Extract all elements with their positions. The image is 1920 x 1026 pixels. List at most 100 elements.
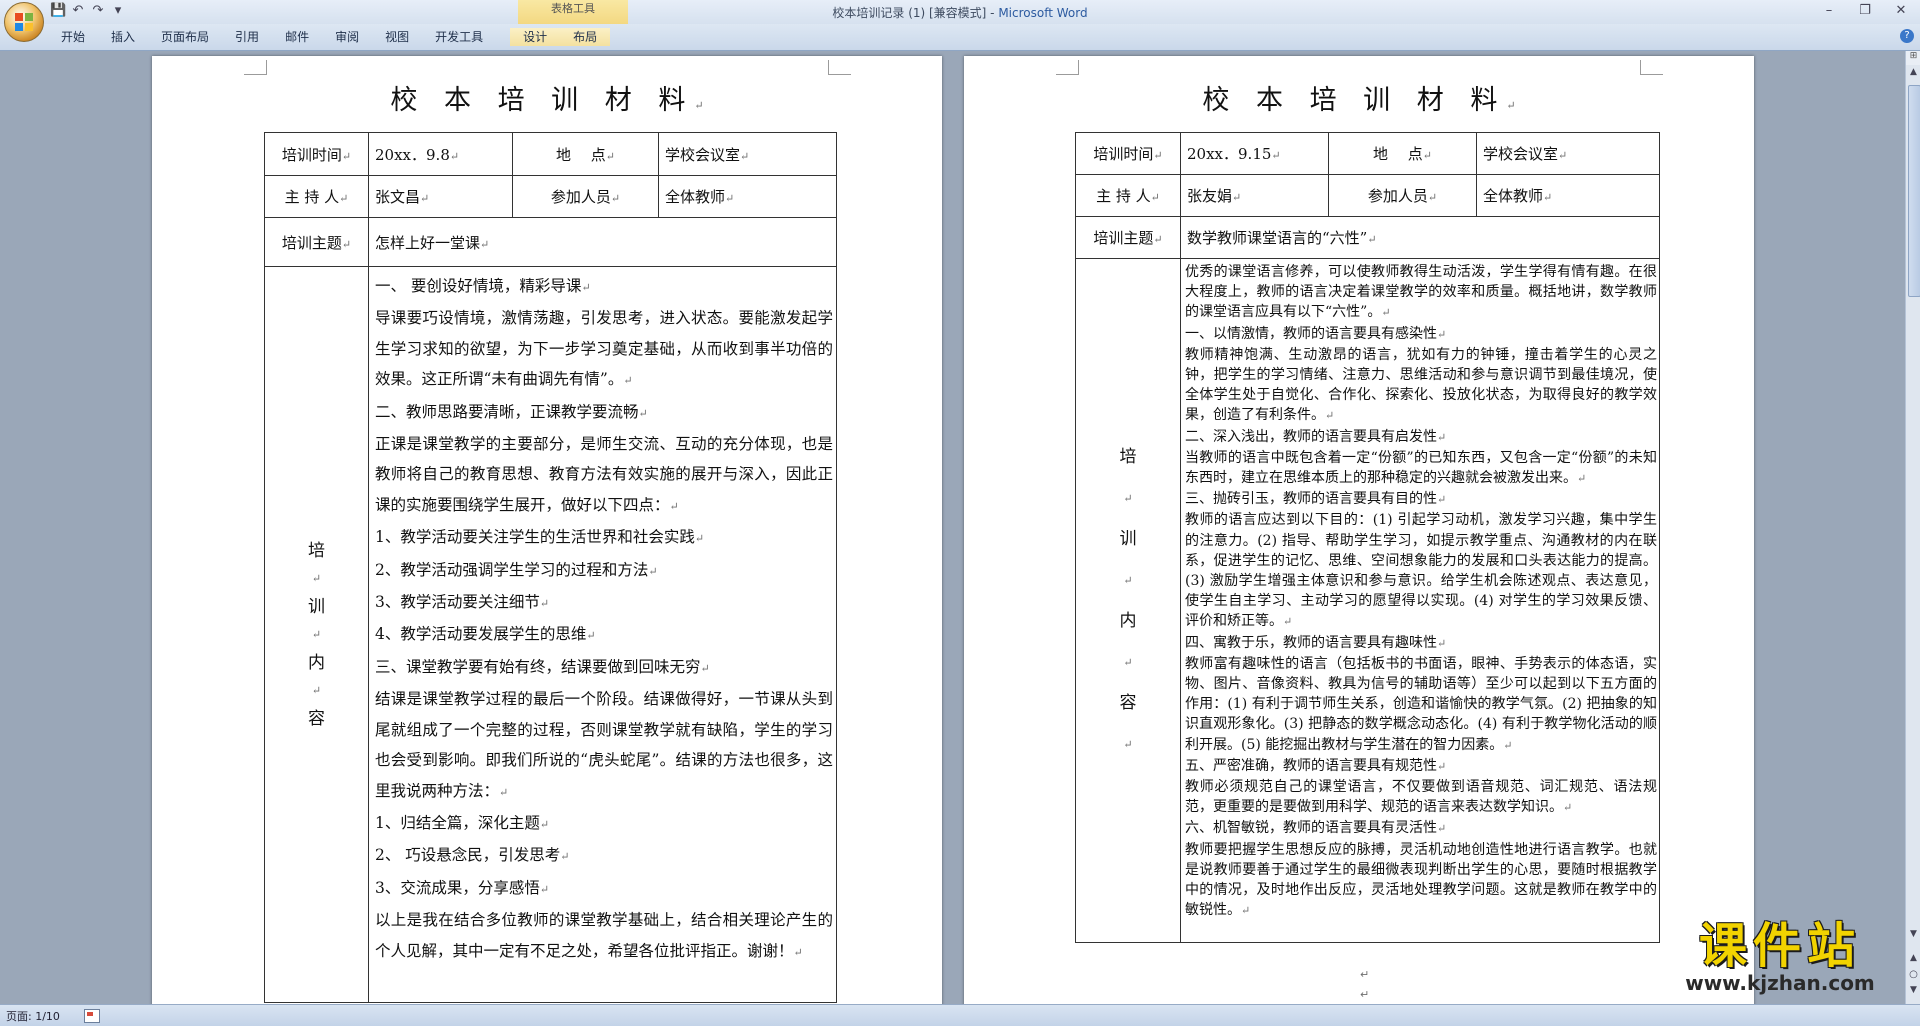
label-participants: 参加人员↵ [512,175,659,218]
content-paragraph: 2、教学活动强调学生学习的过程和方法↵ [375,560,658,579]
proofing-status-icon[interactable] [84,1009,100,1023]
label-host: 主 持 人↵ [264,175,369,218]
restore-button[interactable]: ❐ [1852,2,1878,20]
content-paragraph: 一、以情激情，教师的语言要具有感染性↵ [1185,325,1447,342]
status-bar: 页面: 1/10 [0,1004,1920,1026]
tab-page-layout[interactable]: 页面布局 [148,28,222,46]
content-paragraph: 教师富有趣味性的语言（包括板书的书面语，眼神、手势表示的体态语，实物、图片、音像… [1185,655,1657,753]
tab-home[interactable]: 开始 [48,28,98,46]
quick-access-toolbar: 💾 ↶ ↷ ▾ [50,3,126,21]
content-paragraph: 五、严密准确，教师的语言要具有规范性↵ [1185,757,1447,774]
crop-mark [1056,60,1079,75]
value-host[interactable]: 张文昌↵ [368,175,513,218]
value-training-time[interactable]: 20xx．9.8↵ [368,132,513,176]
training-record-table: 培训时间↵ 20xx．9.15↵ 地 点↵ 学校会议室↵ 主 持 人↵ 张友娟↵… [1075,132,1660,943]
minimize-button[interactable]: – [1816,2,1842,20]
undo-icon[interactable]: ↶ [70,3,86,19]
watermark-logo-text: 课件站 [1698,918,1861,974]
ribbon-tabs: 开始 插入 页面布局 引用 邮件 审阅 视图 开发工具 设计 布局 [48,28,611,46]
content-paragraph: 一、 要创设好情境，精彩导课↵ [375,277,591,295]
content-paragraph: 结课是课堂教学过程的最后一个阶段。结课做得好，一节课从头到尾就组成了一个完整的过… [375,690,833,800]
crop-mark [1640,60,1663,75]
window-title: 校本培训记录 (1) [兼容模式] - Microsoft Word [832,6,1088,20]
document-workspace[interactable]: 校 本 培 训 材 料↵ 培训时间↵ 20xx．9.8↵ 地 点↵ 学校会议室↵… [0,51,1905,1004]
value-topic[interactable]: 怎样上好一堂课↵ [368,217,837,267]
label-participants: 参加人员↵ [1328,174,1477,217]
tab-developer[interactable]: 开发工具 [422,28,496,46]
tab-layout[interactable]: 布局 [560,28,611,46]
label-location: 地 点↵ [512,132,659,176]
content-paragraph: 二、教师思路要清晰，正课教学要流畅↵ [375,402,648,421]
crop-mark [244,60,267,75]
site-watermark: 课件站 www.kjzhan.com [1660,920,1900,1000]
value-location[interactable]: 学校会议室↵ [658,132,837,176]
document-page-1[interactable]: 校 本 培 训 材 料↵ 培训时间↵ 20xx．9.8↵ 地 点↵ 学校会议室↵… [152,56,942,1004]
label-training-time: 培训时间↵ [264,132,369,176]
table-tools-context-label: 表格工具 [518,0,628,24]
content-paragraph: 六、机智敏锐，教师的语言要具有灵活性↵ [1185,820,1447,837]
customize-icon[interactable]: ▾ [110,3,126,19]
label-location: 地 点↵ [1328,132,1477,175]
training-record-table: 培训时间↵ 20xx．9.8↵ 地 点↵ 学校会议室↵ 主 持 人↵ 张文昌↵ … [264,132,837,1003]
tab-mailings[interactable]: 邮件 [272,28,322,46]
content-paragraph: 教师精神饱满、生动激昂的语言，犹如有力的钟锤，撞击着学生的心灵之钟，把学生的学习… [1185,346,1657,424]
ruler-toggle-icon[interactable]: ⊞ [1906,51,1920,65]
content-paragraph: 四、寓教于乐，教师的语言要具有趣味性↵ [1185,634,1447,651]
window-controls: – ❐ ✕ [1816,2,1914,20]
content-body[interactable]: 一、 要创设好情境，精彩导课↵ 导课要巧设情境，激情荡趣，引发思考，进入状态。要… [368,266,837,1003]
redo-icon[interactable]: ↷ [90,3,106,19]
content-paragraph: 优秀的课堂语言修养，可以使教师教得生动活泼，学生学得有情有趣。在很大程度上，教师… [1185,264,1657,321]
label-training-time: 培训时间↵ [1075,132,1181,175]
content-paragraph: 二、深入浅出，教师的语言要具有启发性↵ [1185,428,1447,445]
value-participants[interactable]: 全体教师↵ [1476,174,1660,217]
page-title: 校 本 培 训 材 料↵ [390,85,704,116]
content-paragraph: 4、教学活动要发展学生的思维↵ [375,625,596,644]
page-count-status[interactable]: 页面: 1/10 [6,1008,60,1024]
office-button[interactable] [4,2,44,42]
ribbon: 开始 插入 页面布局 引用 邮件 审阅 视图 开发工具 设计 布局 ? [0,24,1920,51]
label-content: 培 ↵ 训 ↵ 内 ↵ 容 ↵ [1075,258,1181,943]
content-paragraph: 三、课堂教学要有始有终，结课要做到回味无穷↵ [375,657,710,676]
select-browse-object-icon[interactable]: ○ [1906,969,1920,983]
paragraph-mark: ↵ [1360,968,1370,981]
value-host[interactable]: 张友娟↵ [1180,174,1329,217]
tab-design[interactable]: 设计 [510,28,561,46]
previous-page-icon[interactable]: ▲ [1906,953,1920,967]
title-bar: 校本培训记录 (1) [兼容模式] - Microsoft Word 表格工具 … [0,0,1920,24]
document-page-2[interactable]: 校 本 培 训 材 料↵ 培训时间↵ 20xx．9.15↵ 地 点↵ 学校会议室… [964,56,1754,1004]
value-training-time[interactable]: 20xx．9.15↵ [1180,132,1329,175]
content-paragraph: 3、教学活动要关注细节↵ [375,593,550,612]
label-host: 主 持 人↵ [1075,174,1181,217]
content-paragraph: 1、教学活动要关注学生的生活世界和社会实践↵ [375,528,705,547]
content-paragraph: 1、归结全篇，深化主题↵ [375,813,550,832]
content-paragraph: 正课是课堂教学的主要部分，是师生交流、互动的充分体现，也是教师将自己的教育思想、… [375,435,833,514]
value-topic[interactable]: 数学教师课堂语言的“六性”↵ [1180,216,1660,259]
page-title: 校 本 培 训 材 料↵ [1202,85,1516,116]
tab-review[interactable]: 审阅 [322,28,372,46]
content-paragraph: 当教师的语言中既包含着一定“份额”的已知东西，又包含一定“份额”的未知东西时，建… [1185,449,1657,487]
close-button[interactable]: ✕ [1888,2,1914,20]
label-topic: 培训主题↵ [1075,216,1181,259]
scroll-up-icon[interactable]: ▲ [1906,67,1920,81]
save-icon[interactable]: 💾 [50,3,66,19]
content-paragraph: 以上是我在结合多位教师的课堂教学基础上，结合相关理论产生的个人见解，其中一定有不… [375,911,833,960]
scroll-down-icon[interactable]: ▼ [1906,929,1920,943]
content-paragraph: 教师的语言应达到以下目的：(1) 引起学习动机，激发学习兴趣，集中学生的注意力。… [1185,512,1657,630]
label-topic: 培训主题↵ [264,217,369,267]
tab-references[interactable]: 引用 [222,28,272,46]
tab-view[interactable]: 视图 [372,28,422,46]
vertical-scrollbar[interactable]: ⊞ ▲ ▼ ▲ ○ ▼ [1905,51,1920,1004]
value-location[interactable]: 学校会议室↵ [1476,132,1660,175]
tab-insert[interactable]: 插入 [98,28,148,46]
content-paragraph: 三、抛砖引玉，教师的语言要具有目的性↵ [1185,491,1447,508]
content-paragraph: 导课要巧设情境，激情荡趣，引发思考，进入状态。要能激发起学生学习求知的欲望，为下… [375,309,833,389]
office-logo-icon [15,13,33,31]
content-paragraph: 2、 巧设悬念民，引发思考↵ [375,846,570,865]
content-body[interactable]: 优秀的课堂语言修养，可以使教师教得生动活泼，学生学得有情有趣。在很大程度上，教师… [1180,258,1660,943]
scroll-thumb[interactable] [1908,85,1920,297]
label-content: 培 ↵ 训 ↵ 内 ↵ 容 [264,266,369,1003]
watermark-url: www.kjzhan.com [1685,971,1875,995]
value-participants[interactable]: 全体教师↵ [658,175,837,218]
next-page-icon[interactable]: ▼ [1906,985,1920,999]
help-icon[interactable]: ? [1900,29,1914,43]
